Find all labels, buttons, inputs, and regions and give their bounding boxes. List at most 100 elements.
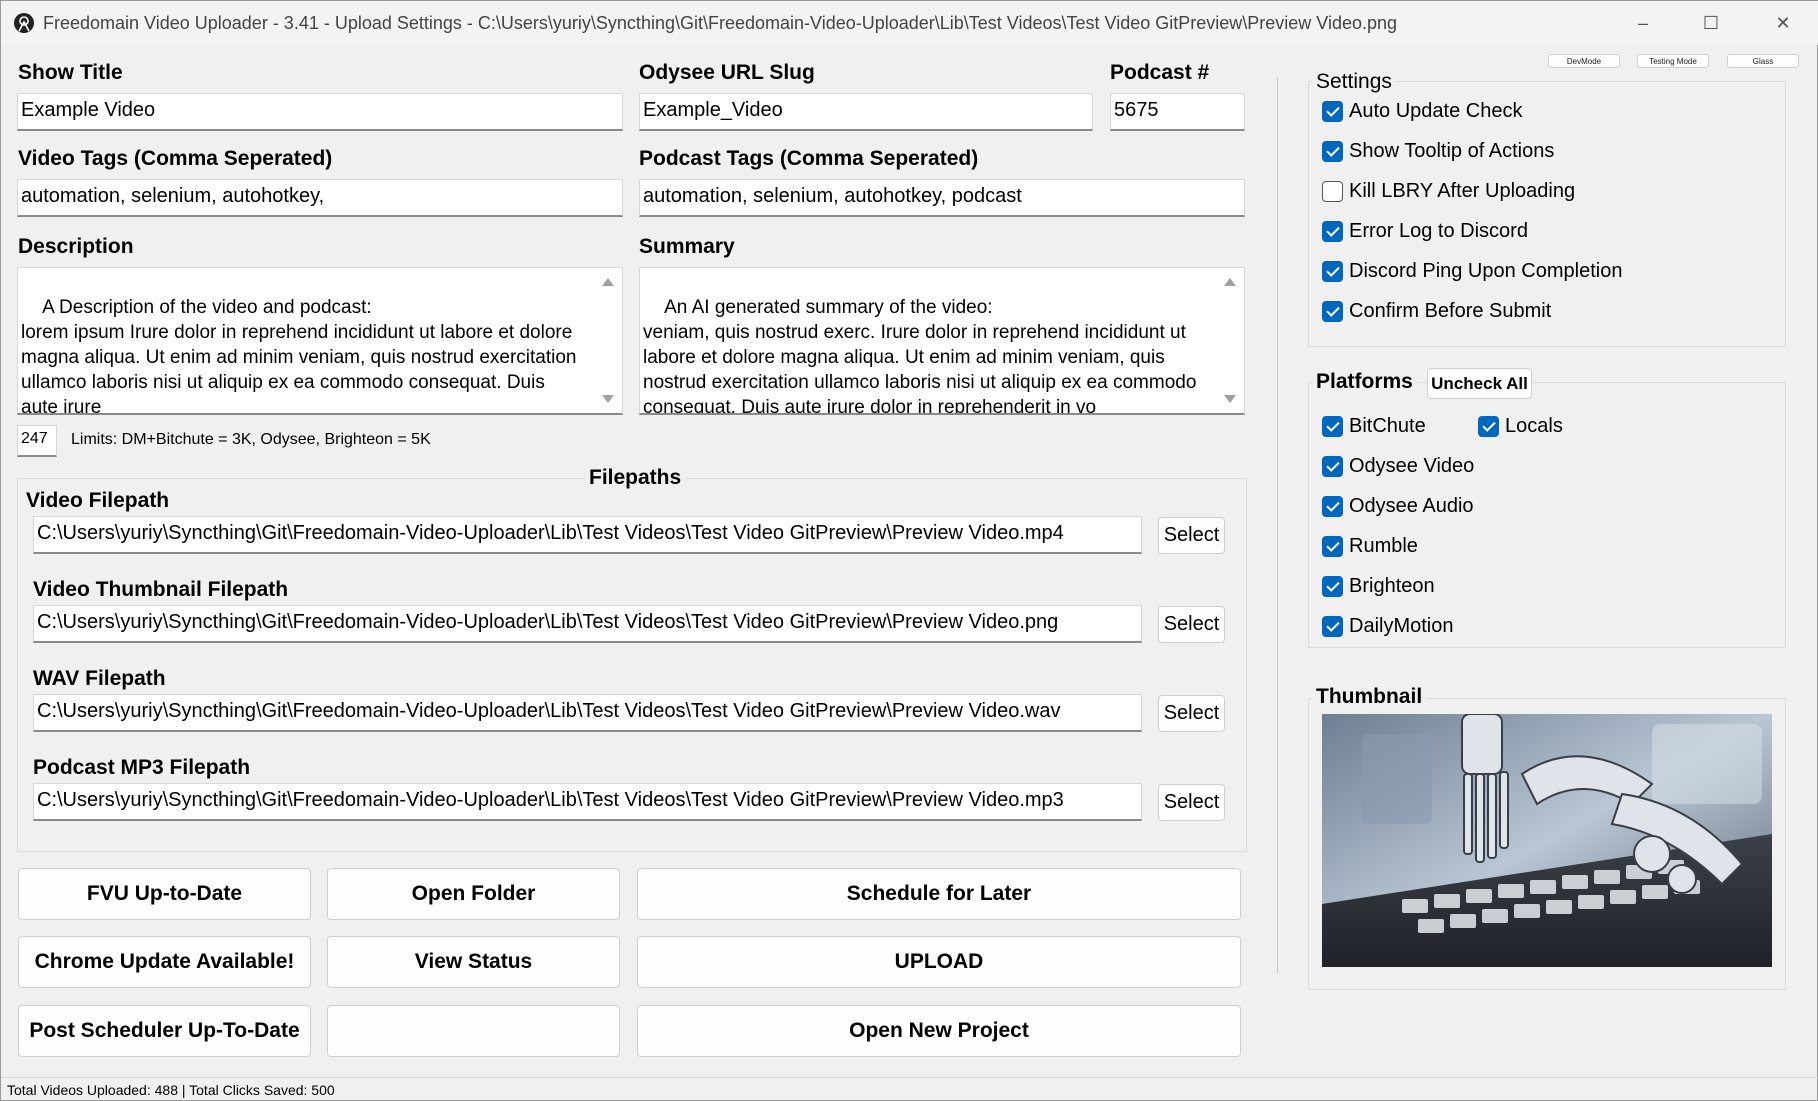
- settings-checkbox-error-log[interactable]: Error Log to Discord: [1322, 220, 1528, 243]
- settings-checkbox-kill-lbry[interactable]: Kill LBRY After Uploading: [1322, 180, 1575, 203]
- testing-mode-button[interactable]: Testing Mode: [1637, 54, 1709, 68]
- settings-checkbox-confirm-submit[interactable]: Confirm Before Submit: [1322, 300, 1551, 323]
- select-wav-button[interactable]: Select: [1158, 695, 1225, 732]
- robot-typing-image: [1322, 714, 1772, 967]
- checkbox-icon[interactable]: [1322, 301, 1343, 322]
- checkbox-label: Locals: [1505, 415, 1563, 437]
- filepaths-title: Filepaths: [585, 466, 686, 490]
- checkbox-icon[interactable]: [1478, 416, 1499, 437]
- checkbox-label: Brighteon: [1349, 575, 1435, 597]
- checkbox-label: Error Log to Discord: [1349, 220, 1528, 242]
- select-video-button[interactable]: Select: [1158, 517, 1225, 554]
- maximize-icon[interactable]: ☐: [1675, 1, 1747, 45]
- scroll-down-icon[interactable]: [1224, 395, 1236, 403]
- checkbox-label: Confirm Before Submit: [1349, 300, 1552, 322]
- podcast-tags-input[interactable]: automation, selenium, autohotkey, podcas…: [639, 179, 1245, 217]
- checkbox-label: BitChute: [1349, 415, 1426, 437]
- summary-textarea[interactable]: An AI generated summary of the video: ve…: [639, 267, 1245, 415]
- checkbox-label: Rumble: [1349, 535, 1418, 557]
- slug-input[interactable]: Example_Video: [639, 93, 1093, 131]
- video-filepath-input[interactable]: C:\Users\yuriy\Syncthing\Git\Freedomain-…: [33, 516, 1142, 554]
- wav-filepath-input[interactable]: C:\Users\yuriy\Syncthing\Git\Freedomain-…: [33, 694, 1142, 732]
- checkbox-label: Kill LBRY After Uploading: [1349, 180, 1576, 202]
- wav-filepath-label: WAV Filepath: [33, 667, 166, 690]
- thumbnail-title: Thumbnail: [1312, 685, 1427, 709]
- platform-checkbox-locals[interactable]: Locals: [1478, 415, 1563, 438]
- checkbox-icon[interactable]: [1322, 221, 1343, 242]
- video-tags-input[interactable]: automation, selenium, autohotkey,: [17, 179, 623, 217]
- select-mp3-button[interactable]: Select: [1158, 784, 1225, 821]
- app-logo-icon: [14, 13, 34, 33]
- show-title-input[interactable]: Example Video: [17, 93, 623, 131]
- fvu-uptodate-button[interactable]: FVU Up-to-Date: [18, 868, 311, 920]
- settings-checkbox-discord-ping[interactable]: Discord Ping Upon Completion: [1322, 260, 1622, 283]
- settings-checkbox-auto-update[interactable]: Auto Update Check: [1322, 100, 1522, 123]
- checkbox-icon[interactable]: [1322, 101, 1343, 122]
- mp3-filepath-label: Podcast MP3 Filepath: [33, 756, 251, 779]
- window-title: Freedomain Video Uploader - 3.41 - Uploa…: [43, 13, 1398, 33]
- settings-title: Settings: [1312, 70, 1396, 94]
- uncheck-all-button[interactable]: Uncheck All: [1427, 368, 1532, 399]
- checkbox-label: Auto Update Check: [1349, 100, 1523, 122]
- video-tags-label: Video Tags (Comma Seperated): [18, 147, 333, 170]
- select-thumbnail-button[interactable]: Select: [1158, 606, 1225, 643]
- podcast-number-input[interactable]: 5675: [1110, 93, 1245, 131]
- slug-label: Odysee URL Slug: [639, 61, 815, 84]
- podcast-tags-label: Podcast Tags (Comma Seperated): [639, 147, 979, 170]
- devmode-button[interactable]: DevMode: [1548, 54, 1620, 68]
- platform-checkbox-bitchute[interactable]: BitChute: [1322, 415, 1426, 438]
- chrome-update-button[interactable]: Chrome Update Available!: [18, 936, 311, 988]
- checkbox-label: Odysee Audio: [1349, 495, 1474, 517]
- checkbox-icon[interactable]: [1322, 456, 1343, 477]
- checkbox-icon[interactable]: [1322, 181, 1343, 202]
- checkbox-label: Show Tooltip of Actions: [1349, 140, 1555, 162]
- thumbnail-filepath-label: Video Thumbnail Filepath: [33, 578, 289, 601]
- platform-checkbox-rumble[interactable]: Rumble: [1322, 535, 1418, 558]
- vertical-divider: [1277, 77, 1278, 973]
- platform-checkbox-odysee-audio[interactable]: Odysee Audio: [1322, 495, 1474, 518]
- char-counter: 247: [17, 425, 57, 457]
- close-icon[interactable]: ✕: [1747, 1, 1818, 45]
- title-bar: Freedomain Video Uploader - 3.41 - Uploa…: [1, 1, 1818, 45]
- mp3-filepath-input[interactable]: C:\Users\yuriy\Syncthing\Git\Freedomain-…: [33, 783, 1142, 821]
- scroll-down-icon[interactable]: [602, 395, 614, 403]
- platform-checkbox-dailymotion[interactable]: DailyMotion: [1322, 615, 1453, 638]
- podcast-number-label: Podcast #: [1110, 61, 1210, 84]
- post-scheduler-button[interactable]: Post Scheduler Up-To-Date: [18, 1005, 311, 1057]
- summary-text: An AI generated summary of the video: ve…: [643, 297, 1197, 415]
- settings-checkbox-show-tooltip[interactable]: Show Tooltip of Actions: [1322, 140, 1554, 163]
- video-filepath-label: Video Filepath: [26, 489, 170, 512]
- description-textarea[interactable]: A Description of the video and podcast: …: [17, 267, 623, 415]
- scroll-up-icon[interactable]: [602, 278, 614, 286]
- minimize-icon[interactable]: –: [1607, 1, 1679, 45]
- view-status-button[interactable]: View Status: [327, 936, 620, 988]
- blank-button[interactable]: [327, 1005, 620, 1057]
- platform-checkbox-odysee-video[interactable]: Odysee Video: [1322, 455, 1474, 478]
- upload-button[interactable]: UPLOAD: [637, 936, 1241, 988]
- schedule-later-button[interactable]: Schedule for Later: [637, 868, 1241, 920]
- checkbox-label: Odysee Video: [1349, 455, 1475, 477]
- checkbox-icon[interactable]: [1322, 141, 1343, 162]
- platform-checkbox-brighteon[interactable]: Brighteon: [1322, 575, 1435, 598]
- checkbox-icon[interactable]: [1322, 496, 1343, 517]
- thumbnail-filepath-input[interactable]: C:\Users\yuriy\Syncthing\Git\Freedomain-…: [33, 605, 1142, 643]
- thumbnail-image: [1322, 714, 1772, 967]
- open-folder-button[interactable]: Open Folder: [327, 868, 620, 920]
- open-new-project-button[interactable]: Open New Project: [637, 1005, 1241, 1057]
- summary-label: Summary: [639, 235, 735, 258]
- checkbox-icon[interactable]: [1322, 416, 1343, 437]
- app-window: Freedomain Video Uploader - 3.41 - Uploa…: [0, 0, 1818, 1101]
- show-title-label: Show Title: [18, 61, 123, 84]
- checkbox-icon[interactable]: [1322, 536, 1343, 557]
- scroll-up-icon[interactable]: [1224, 278, 1236, 286]
- limits-text: Limits: DM+Bitchute = 3K, Odysee, Bright…: [71, 431, 431, 448]
- checkbox-label: Discord Ping Upon Completion: [1349, 260, 1623, 282]
- checkbox-icon[interactable]: [1322, 261, 1343, 282]
- checkbox-label: DailyMotion: [1349, 615, 1454, 637]
- platforms-title: Platforms: [1312, 370, 1417, 394]
- description-label: Description: [18, 235, 134, 258]
- status-bar: Total Videos Uploaded: 488 | Total Click…: [1, 1077, 1818, 1101]
- checkbox-icon[interactable]: [1322, 616, 1343, 637]
- glass-button[interactable]: Glass: [1727, 54, 1799, 68]
- checkbox-icon[interactable]: [1322, 576, 1343, 597]
